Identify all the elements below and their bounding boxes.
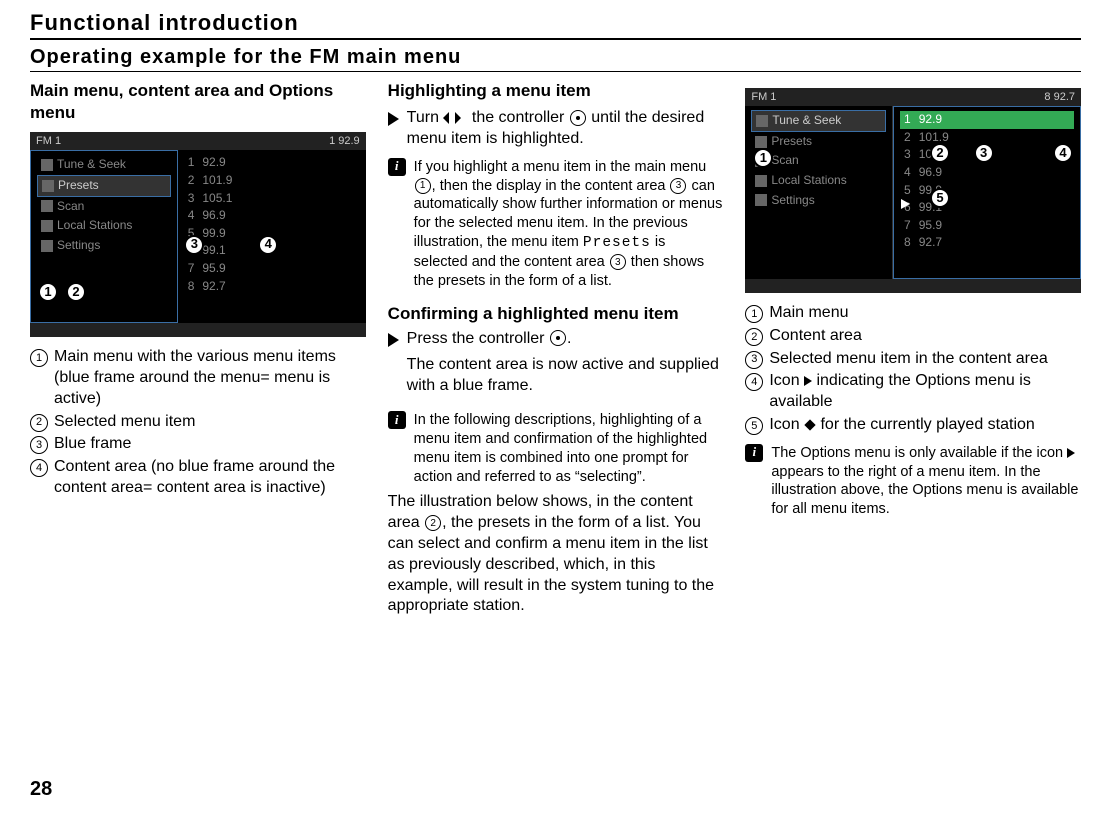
col2-heading-b: Confirming a highlighted menu item	[388, 303, 724, 325]
options-triangle-icon	[1067, 448, 1075, 458]
legend-1: 1Main menu with the various menu items (…	[30, 347, 366, 499]
column-3: FM 1 8 92.7 Tune & Seek Presets Scan Loc…	[745, 80, 1081, 623]
circled-1: 1	[30, 349, 48, 367]
action-triangle-icon	[388, 333, 399, 347]
screenshot-1: FM 1 1 92.9 Tune & Seek Presets Scan Loc…	[30, 132, 366, 337]
circled-2: 2	[745, 328, 763, 346]
action-triangle-icon	[388, 112, 399, 126]
scr1-freq: 1 92.9	[329, 134, 360, 148]
marker-5: 5	[930, 188, 950, 208]
col2-heading-a: Highlighting a menu item	[388, 80, 724, 102]
circled-1: 1	[745, 305, 763, 323]
presets-label: Presets	[583, 235, 651, 251]
screenshot-2: FM 1 8 92.7 Tune & Seek Presets Scan Loc…	[745, 88, 1081, 293]
circled-4: 4	[30, 459, 48, 477]
chapter-title: Functional introduction	[30, 10, 1081, 40]
info-selecting: i In the following descriptions, highlig…	[388, 411, 724, 486]
info-icon: i	[745, 444, 763, 462]
circled-2: 2	[30, 414, 48, 432]
turn-icon	[443, 108, 461, 129]
inline-circled-2: 2	[425, 515, 441, 531]
marker-4: 4	[1053, 143, 1073, 163]
info-options-menu: i The Options menu is only available if …	[745, 444, 1081, 519]
info-icon: i	[388, 158, 406, 176]
circled-5: 5	[745, 417, 763, 435]
circled-3: 3	[745, 351, 763, 369]
marker-3: 3	[974, 143, 994, 163]
marker-4: 4	[258, 235, 278, 255]
column-2: Highlighting a menu item Turn the contro…	[388, 80, 724, 623]
section-title: Operating example for the FM main menu	[30, 46, 1081, 72]
options-triangle-icon	[804, 376, 812, 386]
current-station-diamond-icon	[804, 419, 815, 430]
scr2-freq: 8 92.7	[1044, 90, 1075, 104]
legend-2: 1Main menu 2Content area 3Selected menu …	[745, 303, 1081, 436]
step-turn-controller: Turn the controller until the desired me…	[388, 108, 724, 150]
info-icon: i	[388, 411, 406, 429]
page-number: 28	[30, 778, 52, 801]
marker-3: 3	[184, 235, 204, 255]
step-press-controller: Press the controller . The content area …	[388, 329, 724, 403]
info-highlight: i If you highlight a menu item in the ma…	[388, 158, 724, 291]
inline-circled-3: 3	[670, 178, 686, 194]
column-1: Main menu, content area and Options menu…	[30, 80, 366, 623]
controller-knob-icon	[550, 330, 566, 346]
circled-3: 3	[30, 436, 48, 454]
marker-2: 2	[930, 143, 950, 163]
inline-circled-3b: 3	[610, 254, 626, 270]
scr1-title: FM 1	[36, 134, 61, 148]
col1-heading: Main menu, content area and Options menu	[30, 80, 366, 124]
controller-knob-icon	[570, 110, 586, 126]
circled-4: 4	[745, 373, 763, 391]
options-triangle-icon	[901, 199, 910, 209]
col2-paragraph: The illustration below shows, in the con…	[388, 492, 724, 617]
scr2-title: FM 1	[751, 90, 776, 104]
inline-circled-1: 1	[415, 178, 431, 194]
